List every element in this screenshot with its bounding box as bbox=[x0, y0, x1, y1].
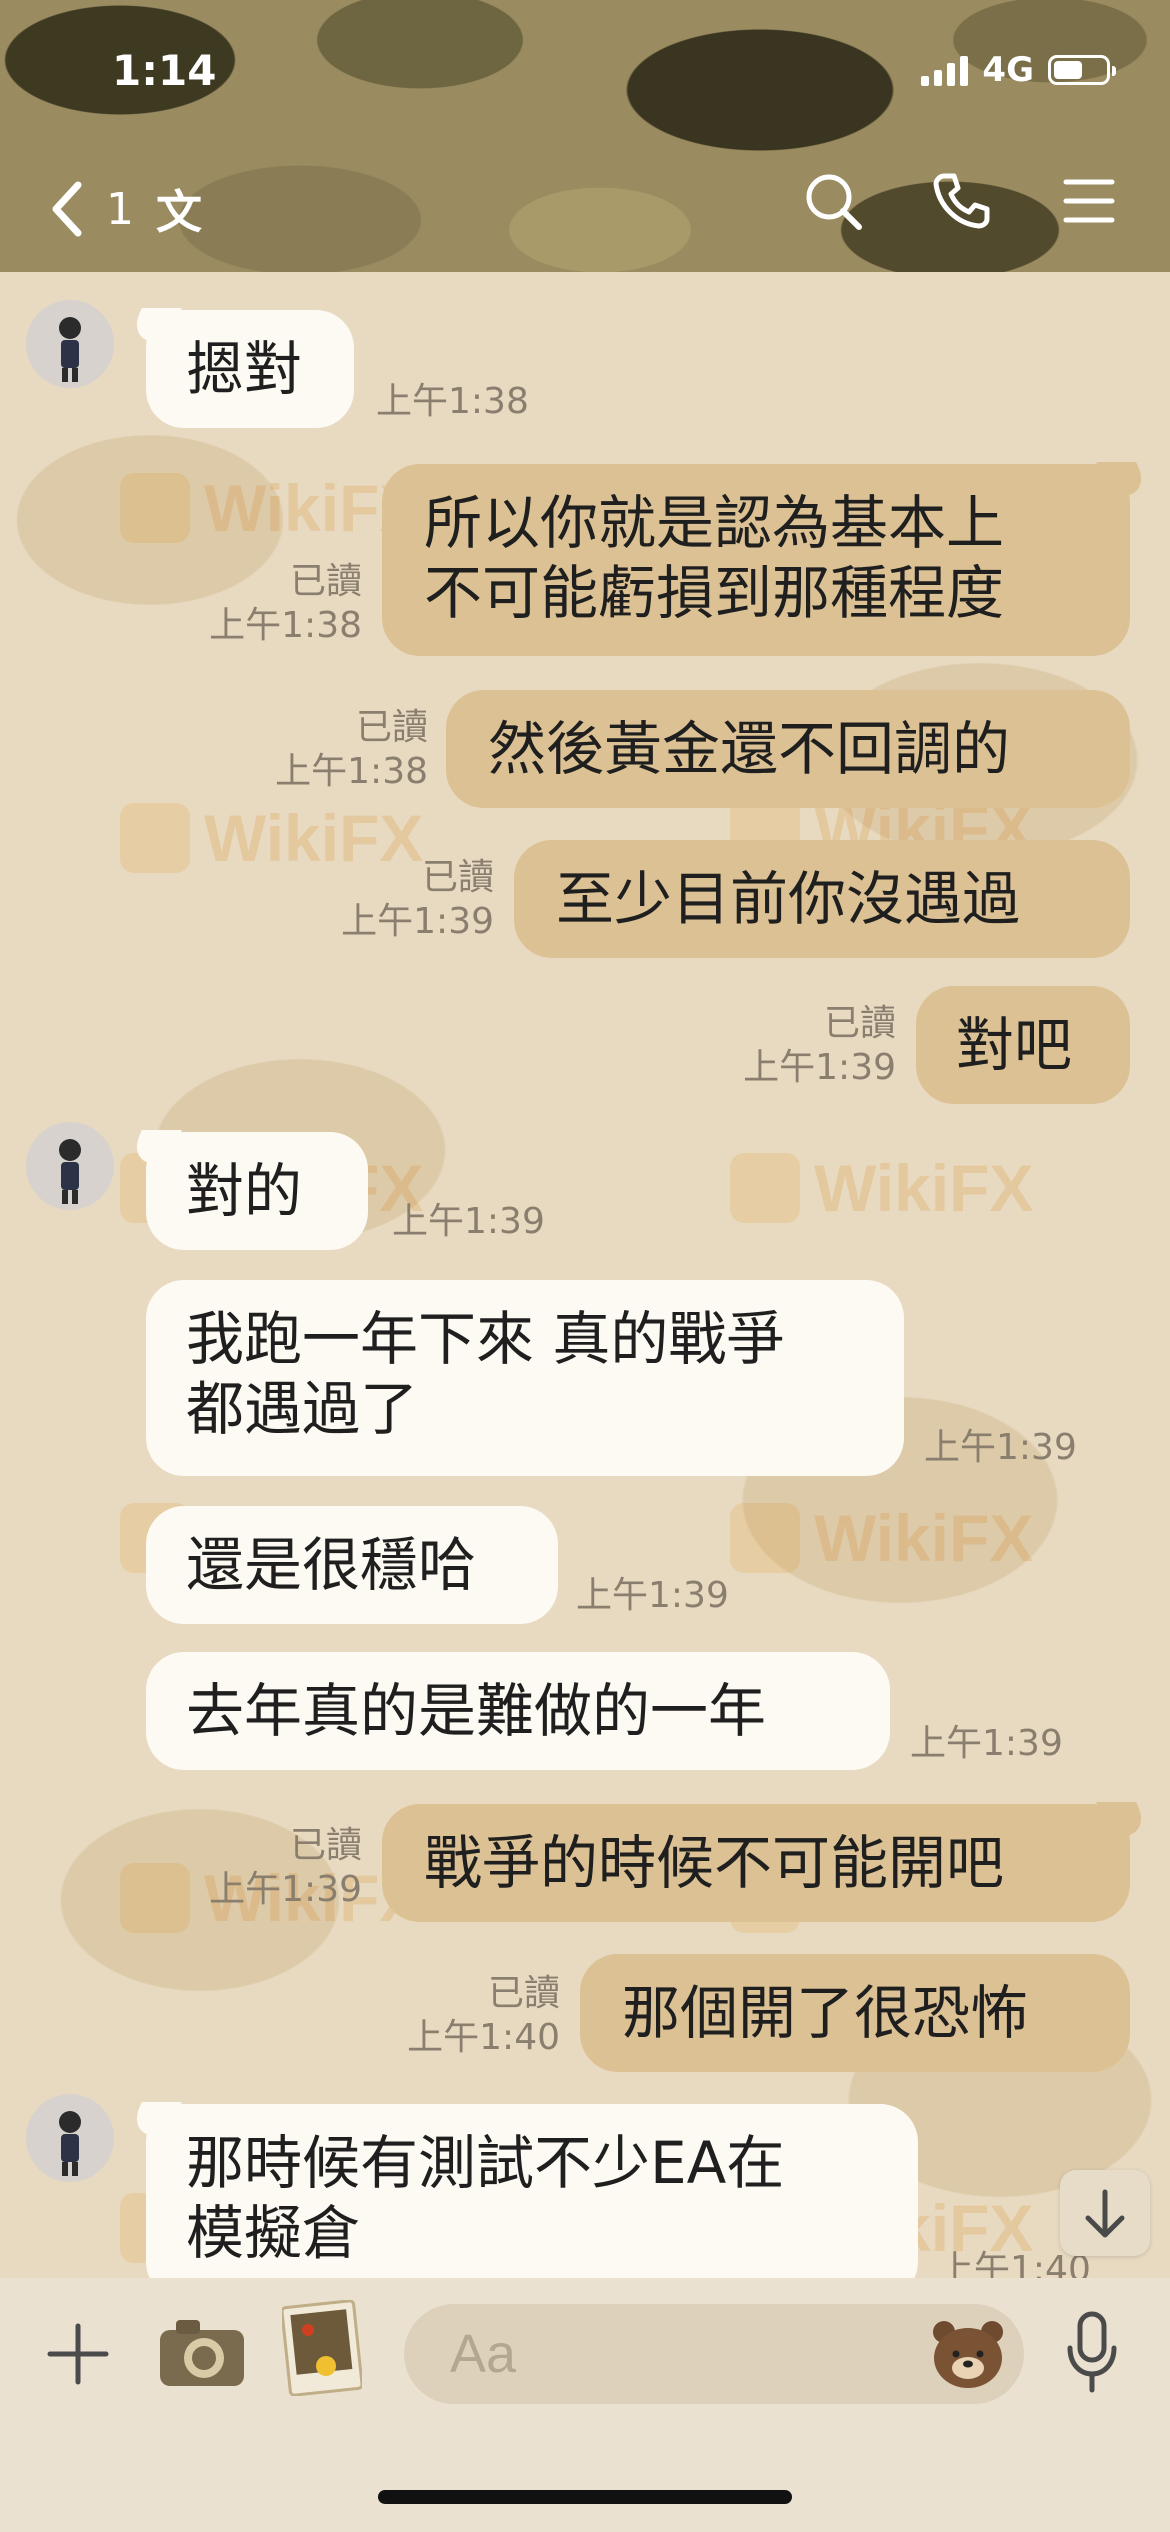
message-status: 已讀 上午1:39 bbox=[180, 1824, 362, 1912]
message-time: 上午1:39 bbox=[576, 1575, 729, 1616]
outgoing-message[interactable]: 那個開了很恐怖 bbox=[580, 1954, 1130, 2072]
home-indicator bbox=[378, 2490, 792, 2504]
outgoing-message[interactable]: 對吧 bbox=[916, 986, 1130, 1104]
chat-header: 1:14 4G 1 文 bbox=[0, 0, 1170, 272]
photo-icon[interactable] bbox=[282, 2300, 362, 2396]
chevron-left-icon bbox=[52, 181, 82, 237]
bear-sticker-icon[interactable] bbox=[930, 2316, 1006, 2392]
chat-title: 文 bbox=[156, 185, 202, 239]
message-time: 上午1:39 bbox=[924, 1427, 1077, 1468]
message-status: 已讀 上午1:38 bbox=[240, 706, 428, 794]
read-receipt: 已讀 bbox=[487, 1973, 560, 2014]
avatar-figure-icon bbox=[59, 2111, 81, 2176]
read-receipt: 已讀 bbox=[355, 707, 428, 748]
message-status: 已讀 上午1:40 bbox=[380, 1972, 560, 2060]
incoming-message[interactable]: 對的 bbox=[146, 1132, 368, 1250]
incoming-message[interactable]: 還是很穩哈 bbox=[146, 1506, 558, 1624]
input-placeholder: Aa bbox=[450, 2324, 517, 2384]
status-time: 1:14 bbox=[112, 46, 217, 95]
message-time: 上午1:39 bbox=[910, 1723, 1063, 1764]
wikifx-logo bbox=[120, 473, 190, 543]
avatar-figure-icon bbox=[59, 1139, 81, 1204]
status-icons: 4G bbox=[921, 50, 1116, 90]
incoming-message[interactable]: 我跑一年下來 真的戰爭 都遇過了 bbox=[146, 1280, 904, 1476]
read-receipt: 已讀 bbox=[289, 561, 362, 602]
incoming-message[interactable]: 那時候有測試不少EA在 模擬倉 bbox=[146, 2104, 918, 2300]
phone-icon[interactable] bbox=[930, 170, 992, 232]
message-time: 上午1:39 bbox=[392, 1201, 545, 1242]
signal-icon bbox=[921, 54, 969, 86]
arrow-down-icon bbox=[1085, 2189, 1125, 2238]
outgoing-message[interactable]: 然後黃金還不回調的 bbox=[446, 690, 1130, 808]
outgoing-message[interactable]: 所以你就是認為基本上 不可能虧損到那種程度 bbox=[382, 464, 1130, 656]
header-actions bbox=[802, 170, 1120, 232]
wikifx-logo bbox=[730, 1153, 800, 1223]
outgoing-message[interactable]: 至少目前你沒遇過 bbox=[514, 840, 1130, 958]
network-type: 4G bbox=[982, 50, 1034, 90]
camera-icon[interactable] bbox=[156, 2312, 248, 2392]
incoming-message[interactable]: 摁對 bbox=[146, 310, 354, 428]
plus-icon[interactable] bbox=[44, 2320, 112, 2388]
wikifx-logo bbox=[120, 803, 190, 873]
avatar[interactable] bbox=[26, 2094, 114, 2182]
read-receipt: 已讀 bbox=[289, 1825, 362, 1866]
message-time: 上午1:38 bbox=[275, 751, 428, 792]
message-time: 上午1:39 bbox=[743, 1047, 896, 1088]
microphone-icon[interactable] bbox=[1064, 2308, 1120, 2396]
message-time: 上午1:39 bbox=[341, 901, 494, 942]
watermark: WikiFX bbox=[730, 1150, 1033, 1226]
message-time: 上午1:39 bbox=[209, 1869, 362, 1910]
message-status: 已讀 上午1:39 bbox=[300, 856, 494, 944]
message-time: 上午1:38 bbox=[209, 605, 362, 646]
read-receipt: 已讀 bbox=[421, 857, 494, 898]
unread-count: 1 bbox=[106, 183, 134, 235]
avatar-figure-icon bbox=[59, 317, 81, 382]
avatar[interactable] bbox=[26, 300, 114, 388]
message-time: 上午1:38 bbox=[376, 381, 529, 422]
watermark: WikiFX bbox=[120, 470, 423, 546]
message-status: 已讀 上午1:39 bbox=[700, 1002, 896, 1090]
outgoing-message[interactable]: 戰爭的時候不可能開吧 bbox=[382, 1804, 1130, 1922]
back-button[interactable]: 1 文 bbox=[50, 176, 202, 242]
battery-icon bbox=[1048, 55, 1116, 85]
search-icon[interactable] bbox=[802, 170, 864, 232]
message-status: 已讀 上午1:38 bbox=[180, 560, 362, 648]
read-receipt: 已讀 bbox=[823, 1003, 896, 1044]
incoming-message[interactable]: 去年真的是難做的一年 bbox=[146, 1652, 890, 1770]
watermark: WikiFX bbox=[730, 1500, 1033, 1576]
message-time: 上午1:40 bbox=[407, 2017, 560, 2058]
scroll-down-button[interactable] bbox=[1060, 2170, 1150, 2256]
wikifx-logo bbox=[730, 1503, 800, 1573]
avatar[interactable] bbox=[26, 1122, 114, 1210]
menu-icon[interactable] bbox=[1058, 170, 1120, 232]
